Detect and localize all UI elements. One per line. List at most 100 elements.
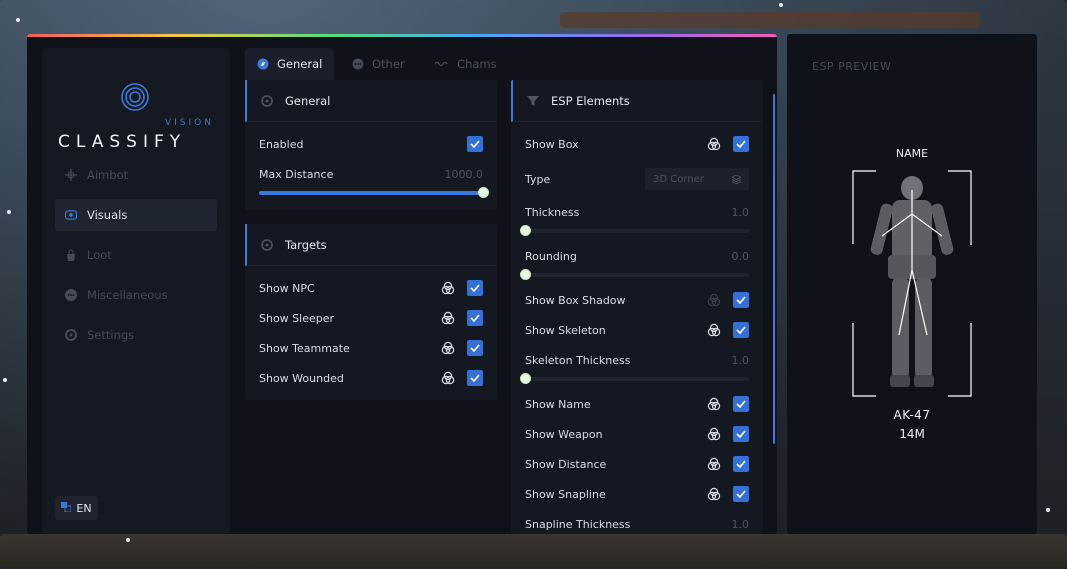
panel-header: General: [245, 80, 497, 122]
show-snapline-row: Show Snapline: [525, 484, 749, 504]
wave-icon: [435, 60, 449, 68]
rainbow-accent-bar: [27, 34, 777, 37]
show-npc-checkbox[interactable]: [467, 280, 483, 296]
snow-dot: [1046, 508, 1050, 512]
show-teammate-checkbox[interactable]: [467, 340, 483, 356]
skeleton-thickness-row: Skeleton Thickness 1.0: [525, 350, 749, 370]
sidebar-item-visuals[interactable]: Visuals: [55, 199, 217, 231]
dots-icon: [65, 289, 77, 301]
show-distance-checkbox[interactable]: [733, 456, 749, 472]
target-row: Show Wounded: [259, 368, 483, 388]
show-distance-row: Show Distance: [525, 454, 749, 474]
show-snapline-checkbox[interactable]: [733, 486, 749, 502]
targets-panel: Targets Show NPC Show Sleeper Show Teamm…: [245, 224, 497, 400]
type-select[interactable]: 3D Corner: [645, 168, 749, 190]
esp-elements-panel: ESP Elements Show Box Type 3D Corner Thi…: [511, 80, 763, 534]
show-skeleton-checkbox[interactable]: [733, 322, 749, 338]
show-box-shadow-row: Show Box Shadow: [525, 290, 749, 310]
show-weapon-row: Show Weapon: [525, 424, 749, 444]
tab-chams[interactable]: Chams: [423, 48, 509, 80]
show-skeleton-row: Show Skeleton: [525, 320, 749, 340]
logo-rings-icon: [121, 83, 149, 111]
snapline-thickness-label: Snapline Thickness: [525, 517, 631, 531]
enabled-checkbox[interactable]: [467, 136, 483, 152]
color-picker-icon[interactable]: [441, 281, 455, 295]
show-wounded-checkbox[interactable]: [467, 370, 483, 386]
preview-character: [852, 170, 972, 397]
color-picker-icon[interactable]: [707, 323, 721, 337]
sidebar-item-loot[interactable]: Loot: [55, 239, 217, 271]
sidebar-item-label: Visuals: [87, 208, 128, 222]
snow-dot: [16, 18, 20, 22]
tab-label: General: [277, 57, 323, 71]
language-button[interactable]: EN: [55, 496, 98, 520]
show-box-checkbox[interactable]: [733, 136, 749, 152]
show-box-shadow-label: Show Box Shadow: [525, 293, 626, 307]
color-picker-icon[interactable]: [707, 427, 721, 441]
tab-other[interactable]: Other: [340, 48, 417, 80]
rounding-slider[interactable]: [520, 269, 749, 280]
show-sleeper-checkbox[interactable]: [467, 310, 483, 326]
scrollbar[interactable]: [773, 94, 775, 444]
skeleton-thickness-slider[interactable]: [520, 373, 749, 384]
crosshair-icon: [65, 169, 77, 181]
panel-title: ESP Elements: [551, 93, 630, 108]
thickness-row: Thickness 1.0: [525, 202, 749, 222]
tab-general[interactable]: General: [245, 48, 335, 80]
enabled-label: Enabled: [259, 137, 304, 151]
slider-knob[interactable]: [478, 187, 489, 198]
panel-header: Targets: [245, 224, 497, 266]
background-structure: [560, 12, 980, 28]
type-row: Type 3D Corner: [525, 168, 749, 190]
compass-icon: [257, 58, 269, 70]
slider-knob[interactable]: [520, 225, 531, 236]
color-picker-icon[interactable]: [441, 371, 455, 385]
max-distance-slider[interactable]: [259, 187, 489, 198]
gear-icon: [261, 94, 273, 107]
color-picker-icon[interactable]: [441, 341, 455, 355]
sidebar-item-settings[interactable]: Settings: [55, 319, 217, 351]
color-picker-icon[interactable]: [707, 487, 721, 501]
sidebar-item-label: Miscellaneous: [87, 288, 168, 302]
thickness-label: Thickness: [525, 205, 580, 219]
target-label: Show Teammate: [259, 341, 350, 355]
slider-knob[interactable]: [520, 269, 531, 280]
target-label: Show NPC: [259, 281, 315, 295]
skeleton-thickness-value: 1.0: [731, 353, 750, 367]
show-name-label: Show Name: [525, 397, 591, 411]
slider-knob[interactable]: [520, 373, 531, 384]
color-picker-icon[interactable]: [707, 293, 721, 307]
eye-icon: [65, 209, 77, 221]
type-label: Type: [525, 172, 551, 186]
snow-dot: [3, 378, 7, 382]
rounding-label: Rounding: [525, 249, 577, 263]
thickness-value: 1.0: [731, 205, 750, 219]
language-icon: [61, 501, 72, 515]
tab-label: Chams: [457, 57, 497, 71]
color-picker-icon[interactable]: [707, 457, 721, 471]
tab-label: Other: [372, 57, 405, 71]
type-select-value: 3D Corner: [653, 173, 704, 185]
show-weapon-label: Show Weapon: [525, 427, 603, 441]
sidebar-item-aimbot[interactable]: Aimbot: [55, 159, 217, 191]
main-window: VISION CLASSIFY Aimbot Visuals Loot Misc…: [27, 34, 777, 534]
sidebar-item-miscellaneous[interactable]: Miscellaneous: [55, 279, 217, 311]
target-row: Show NPC: [259, 278, 483, 298]
target-label: Show Sleeper: [259, 311, 335, 325]
preview-title: ESP PREVIEW: [812, 60, 892, 73]
color-picker-icon[interactable]: [441, 311, 455, 325]
snow-dot: [779, 3, 783, 7]
show-weapon-checkbox[interactable]: [733, 426, 749, 442]
preview-weapon-label: AK-47: [893, 408, 931, 422]
target-row: Show Teammate: [259, 338, 483, 358]
show-distance-label: Show Distance: [525, 457, 607, 471]
color-picker-icon[interactable]: [707, 397, 721, 411]
color-picker-icon[interactable]: [707, 137, 721, 151]
show-box-shadow-checkbox[interactable]: [733, 292, 749, 308]
show-name-checkbox[interactable]: [733, 396, 749, 412]
enabled-row: Enabled: [259, 134, 483, 154]
dots-icon: [352, 58, 364, 70]
snow-dot: [7, 210, 11, 214]
thickness-slider[interactable]: [520, 225, 749, 236]
bag-icon: [65, 249, 77, 261]
